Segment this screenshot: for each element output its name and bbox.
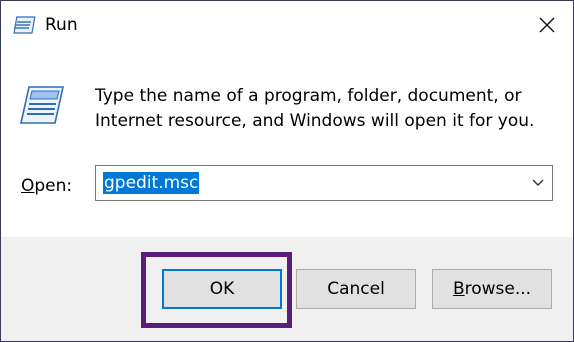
dialog-description: Type the name of a program, folder, docu… — [95, 86, 535, 131]
combo-dropdown-button[interactable] — [530, 175, 546, 191]
run-dialog: Run Type the name of a program, folder, … — [0, 0, 574, 342]
title-bar[interactable]: Run — [1, 1, 573, 49]
close-button[interactable] — [529, 9, 565, 41]
browse-accelerator: B — [452, 279, 465, 299]
open-combobox[interactable]: gpedit.msc — [95, 165, 553, 201]
cancel-button[interactable]: Cancel — [296, 269, 416, 309]
browse-text: rowse... — [464, 279, 532, 299]
button-bar: OK Cancel Browse... — [1, 237, 573, 341]
ok-button[interactable]: OK — [162, 269, 282, 309]
open-input[interactable]: gpedit.msc — [103, 172, 200, 194]
run-program-icon — [19, 84, 65, 126]
run-icon-small — [13, 16, 37, 36]
browse-button[interactable]: Browse... — [432, 269, 552, 309]
dialog-content: Type the name of a program, folder, docu… — [1, 49, 573, 237]
open-label-text: pen: — [34, 176, 73, 196]
close-icon[interactable] — [539, 17, 555, 33]
window-title: Run — [45, 15, 78, 35]
chevron-down-icon[interactable] — [531, 178, 545, 188]
open-label-accelerator: O — [21, 176, 35, 196]
open-label: Open: — [21, 175, 72, 197]
